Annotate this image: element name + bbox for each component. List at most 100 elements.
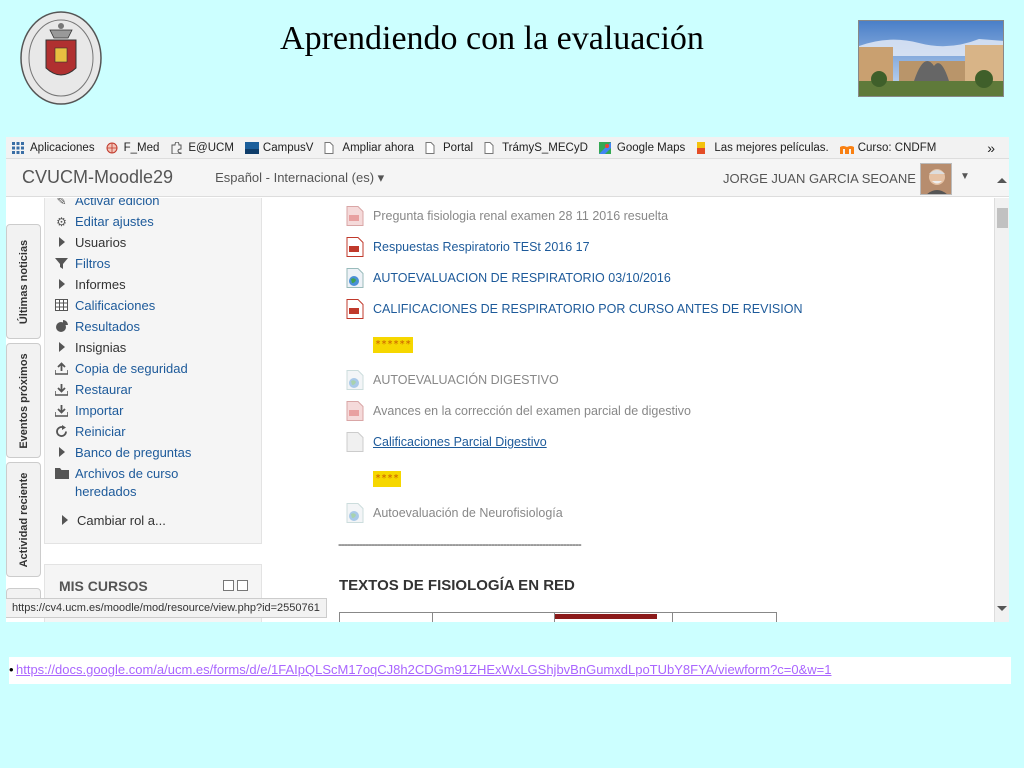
pdf-icon (346, 401, 364, 421)
menu-insignias[interactable]: Insignias (59, 340, 127, 355)
resource-label: Calificaciones Parcial Digestivo (373, 435, 547, 449)
caret-right-icon (59, 279, 65, 289)
page-icon (324, 141, 337, 154)
bookmark-portal[interactable]: Portal (425, 141, 473, 154)
menu-calificaciones[interactable]: Calificaciones (55, 298, 156, 313)
menu-copia-seguridad[interactable]: Copia de seguridad (54, 361, 188, 376)
user-menu-name[interactable]: JORGE JUAN GARCIA SEOANE (723, 171, 916, 186)
film-icon (696, 141, 709, 154)
bookmark-peliculas[interactable]: Las mejores películas. (696, 141, 829, 154)
bookmark-label: Las mejores películas. (714, 141, 829, 154)
file-icon (346, 432, 364, 452)
bookmark-label: Aplicaciones (30, 141, 95, 154)
bottom-link-box: • https://docs.google.com/a/ucm.es/forms… (9, 657, 1011, 684)
caret-right-icon (59, 447, 65, 457)
bookmarks-bar: Aplicaciones F_Med E@UCM CampusV Ampliar… (6, 137, 1009, 159)
scroll-up-icon[interactable] (997, 178, 1007, 183)
resource-label: CALIFICACIONES DE RESPIRATORIO POR CURSO… (373, 302, 803, 316)
highlight-stars: ****** (373, 337, 414, 353)
menu-label-line2: heredados (75, 484, 137, 499)
bookmarks-overflow-button[interactable]: » (987, 140, 995, 156)
menu-cambiar-rol[interactable]: Cambiar rol a... (62, 513, 166, 528)
dock-tab-label: Últimas noticias (17, 239, 30, 324)
bookmark-f-med[interactable]: F_Med (106, 141, 160, 154)
folder-icon (54, 467, 69, 481)
resource-label: Respuestas Respiratorio TESt 2016 17 (373, 240, 590, 254)
resource-label: Avances en la corrección del examen parc… (373, 404, 692, 418)
avatar[interactable] (920, 163, 952, 195)
pencil-icon: ✎ (56, 198, 67, 208)
url-globe-icon (346, 503, 364, 523)
resource-label: Autoevaluación de Neurofisiología (373, 506, 563, 520)
status-url-bar: https://cv4.ucm.es/moodle/mod/resource/v… (6, 598, 327, 618)
campus-icon (244, 141, 259, 154)
bookmark-google-maps[interactable]: Google Maps (598, 141, 685, 154)
menu-resultados[interactable]: Resultados (56, 319, 141, 334)
bookmark-tramys[interactable]: TrámyS_MECyD (484, 141, 588, 154)
menu-label: Filtros (75, 256, 111, 271)
menu-archivos-curso[interactable]: Archivos de curso heredados (54, 466, 178, 499)
separator-dashes: ----------------------------------------… (338, 537, 582, 551)
menu-reiniciar[interactable]: Reiniciar (56, 424, 126, 439)
dock-tab-eventos-proximos[interactable]: Eventos próximos (6, 343, 41, 458)
dock-tab-label: Actividad reciente (17, 472, 30, 567)
chevron-down-icon[interactable]: ▼ (960, 171, 970, 182)
menu-label: Resultados (75, 319, 141, 334)
bookmark-label: F_Med (123, 141, 160, 154)
administration-block: ✎ Activar edición ⚙ Editar ajustes Usuar… (44, 198, 262, 544)
dock-tab-ultimas-noticias[interactable]: Últimas noticias (6, 224, 41, 339)
bookmark-campusv[interactable]: CampusV (244, 141, 313, 154)
section-heading: TEXTOS DE FISIOLOGÍA EN RED (339, 577, 575, 594)
scroll-thumb[interactable] (997, 208, 1008, 228)
menu-label: Informes (75, 277, 126, 292)
menu-label: Editar ajustes (75, 214, 154, 229)
dock-block-icon[interactable] (237, 580, 248, 591)
menu-filtros[interactable]: Filtros (55, 256, 111, 271)
mis-cursos-title: MIS CURSOS (59, 578, 148, 594)
scroll-down-icon[interactable] (997, 606, 1007, 611)
collapse-block-icon[interactable] (223, 580, 234, 591)
caret-right-icon (59, 342, 65, 352)
filter-icon (54, 257, 69, 271)
download-icon (54, 404, 69, 418)
menu-activar-edicion[interactable]: ✎ Activar edición (56, 198, 159, 208)
menu-label: Restaurar (75, 382, 133, 397)
highlight-stars: **** (373, 471, 402, 487)
grades-table-icon (54, 299, 69, 313)
pdf-icon (346, 206, 364, 226)
menu-informes[interactable]: Informes (59, 277, 126, 292)
resource-label: AUTOEVALUACION DE RESPIRATORIO 03/10/201… (373, 271, 671, 285)
bookmark-e-ucm[interactable]: E@UCM (170, 140, 234, 154)
menu-label: Reiniciar (75, 424, 126, 439)
menu-label: Calificaciones (75, 298, 156, 313)
menu-label: Copia de seguridad (75, 361, 188, 376)
menu-editar-ajustes[interactable]: ⚙ Editar ajustes (56, 214, 154, 229)
bookmark-aplicaciones[interactable]: Aplicaciones (12, 141, 95, 154)
language-menu[interactable]: Español - Internacional (es) ▾ (215, 170, 384, 186)
bookmark-label: TrámyS_MECyD (502, 141, 588, 154)
menu-label: Insignias (75, 340, 127, 355)
bookmark-ampliar-ahora[interactable]: Ampliar ahora (324, 141, 414, 154)
menu-usuarios[interactable]: Usuarios (59, 235, 126, 250)
scrollbar[interactable] (994, 178, 1009, 622)
pdf-icon (346, 237, 364, 257)
menu-label: Banco de preguntas (75, 445, 192, 460)
maps-icon (598, 141, 612, 154)
google-form-link[interactable]: https://docs.google.com/a/ucm.es/forms/d… (16, 662, 832, 677)
gear-icon: ⚙ (56, 215, 67, 229)
dock-tab-actividad-reciente[interactable]: Actividad reciente (6, 462, 41, 577)
caret-right-icon (62, 515, 68, 525)
menu-label: Cambiar rol a... (77, 513, 166, 528)
bookmark-curso-cndfm[interactable]: Curso: CNDFM (839, 142, 936, 154)
menu-banco-preguntas[interactable]: Banco de preguntas (59, 445, 192, 460)
pdf-icon (346, 299, 364, 319)
refresh-icon (54, 425, 69, 439)
dock-tab-label: Eventos próximos (17, 352, 30, 449)
resource-label: AUTOEVALUACIÓN DIGESTIVO (373, 373, 559, 387)
site-brand-link[interactable]: CVUCM-Moodle29 (22, 167, 173, 188)
menu-importar[interactable]: Importar (54, 403, 123, 418)
campus-photo (858, 20, 1004, 97)
menu-restaurar[interactable]: Restaurar (54, 382, 133, 397)
url-globe-icon (346, 370, 364, 390)
globe-icon (106, 142, 119, 154)
